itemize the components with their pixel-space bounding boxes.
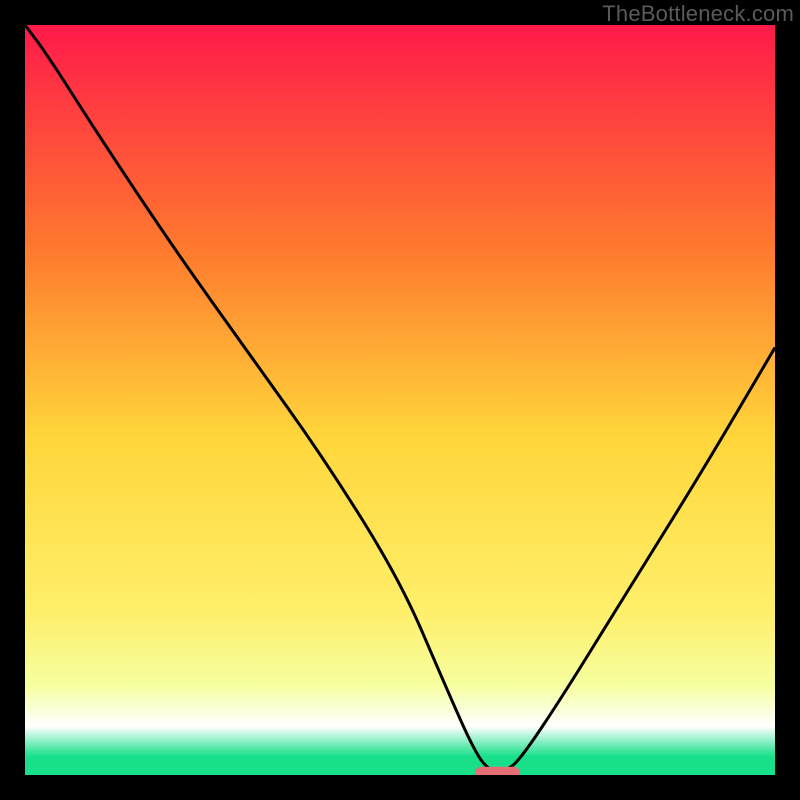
background-rect bbox=[25, 25, 775, 775]
plot-area bbox=[25, 25, 775, 775]
optimal-marker bbox=[475, 767, 520, 775]
chart-svg bbox=[25, 25, 775, 775]
watermark-label: TheBottleneck.com bbox=[602, 1, 794, 27]
chart-frame: TheBottleneck.com bbox=[0, 0, 800, 800]
